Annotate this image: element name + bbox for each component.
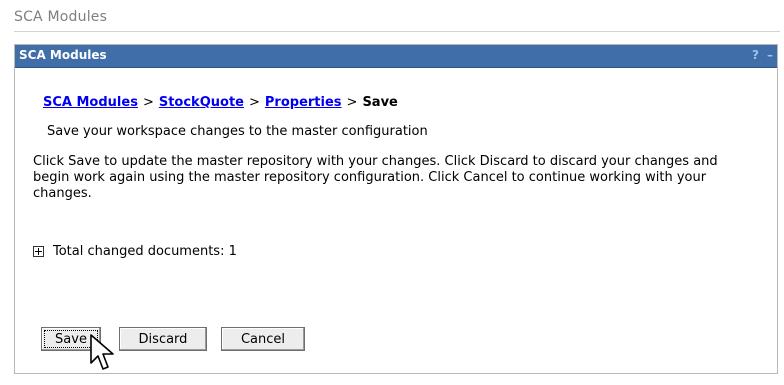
breadcrumb-separator: > [248, 95, 260, 110]
mouse-pointer-icon [90, 334, 114, 370]
breadcrumb-link-properties[interactable]: Properties [265, 95, 342, 110]
breadcrumb-link-sca-modules[interactable]: SCA Modules [43, 95, 138, 110]
instructions-text: Click Save to update the master reposito… [33, 154, 718, 201]
breadcrumb-current: Save [362, 95, 398, 110]
portlet-titlebar: SCA Modules ? – [15, 45, 777, 68]
changed-documents-label: Total changed documents: 1 [53, 244, 237, 259]
breadcrumb-separator: > [346, 95, 358, 110]
portlet: SCA Modules ? – SCA Modules > StockQuote > P… [14, 44, 778, 374]
changed-documents-row: Total changed documents: 1 [33, 244, 237, 259]
cancel-button[interactable]: Cancel [221, 327, 305, 351]
page-subtitle: Save your workspace changes to the maste… [47, 124, 428, 139]
portlet-title: SCA Modules [19, 48, 107, 62]
title-divider [14, 31, 780, 32]
breadcrumb-link-stockquote[interactable]: StockQuote [159, 95, 244, 110]
help-icon[interactable]: ? [752, 48, 759, 62]
breadcrumb: SCA Modules > StockQuote > Properties > Save [43, 95, 398, 110]
page-title: SCA Modules [14, 9, 108, 25]
breadcrumb-separator: > [142, 95, 154, 110]
expand-plus-icon[interactable] [33, 246, 44, 257]
discard-button[interactable]: Discard [119, 327, 207, 351]
minimize-icon[interactable]: – [767, 48, 773, 62]
